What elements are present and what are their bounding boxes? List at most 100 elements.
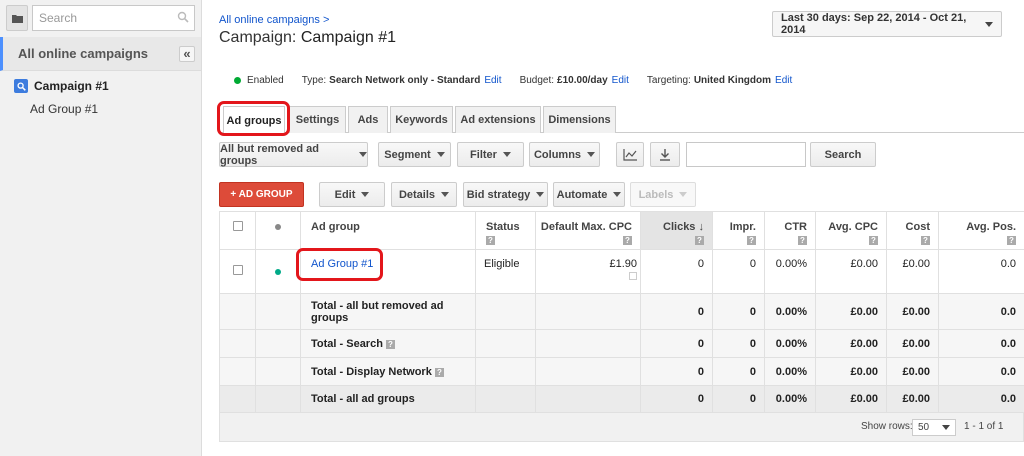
- rows-per-page-select[interactable]: 50: [912, 419, 956, 436]
- help-icon[interactable]: ?: [486, 236, 495, 245]
- columns-dropdown[interactable]: Columns: [529, 142, 600, 167]
- grand-total-label: Total - all ad groups: [300, 385, 476, 413]
- sidebar-item-ad-group[interactable]: Ad Group #1: [0, 93, 201, 116]
- total-empty-cell: [219, 329, 256, 358]
- automate-dropdown[interactable]: Automate: [553, 182, 625, 207]
- double-chevron-left-icon: «: [183, 46, 191, 61]
- help-icon[interactable]: ?: [798, 236, 807, 245]
- type-label: Type:: [301, 75, 327, 86]
- column-status[interactable]: Status?: [475, 211, 536, 250]
- column-ctr[interactable]: CTR?: [764, 211, 816, 250]
- search-campaign-icon: [14, 79, 28, 93]
- sidebar-all-campaigns[interactable]: All online campaigns «: [0, 37, 201, 71]
- edit-budget-link[interactable]: Edit: [612, 75, 629, 86]
- add-ad-group-button[interactable]: + AD GROUP: [219, 182, 304, 207]
- help-icon[interactable]: ?: [623, 236, 632, 245]
- total-label: Total - all but removed ad groups: [300, 293, 476, 330]
- help-icon[interactable]: ?: [747, 236, 756, 245]
- help-icon[interactable]: ?: [434, 368, 444, 377]
- sidebar-item-campaign[interactable]: Campaign #1: [0, 71, 201, 93]
- column-clicks[interactable]: Clicks ↓?: [640, 211, 713, 250]
- total-cost: £0.00: [886, 293, 939, 330]
- total-empty-cell: [535, 385, 641, 413]
- chart-toggle-button[interactable]: [616, 142, 644, 167]
- edit-label: Edit: [334, 188, 356, 201]
- help-icon[interactable]: ?: [695, 236, 704, 245]
- caret-down-icon: [679, 192, 688, 197]
- edit-type-link[interactable]: Edit: [484, 75, 501, 86]
- sidebar-search: [32, 5, 195, 31]
- total-empty-cell: [475, 329, 536, 358]
- show-rows-label: Show rows:: [861, 421, 913, 432]
- ad-group-link[interactable]: Ad Group #1: [311, 258, 373, 270]
- tab-bar: Ad groups Settings Ads Keywords Ad exten…: [219, 106, 1024, 134]
- table-header-row: Ad group Status? Default Max. CPC? Click…: [219, 211, 1024, 250]
- total-empty-cell: [535, 293, 641, 330]
- tab-dimensions[interactable]: Dimensions: [543, 106, 616, 133]
- caret-down-icon: [536, 192, 545, 197]
- row-avg-cpc: £0.00: [815, 249, 887, 294]
- column-max-cpc[interactable]: Default Max. CPC?: [535, 211, 641, 250]
- budget-value: £10.00/day: [557, 75, 608, 86]
- edit-dropdown[interactable]: Edit: [319, 182, 385, 207]
- details-label: Details: [398, 188, 436, 201]
- column-impr[interactable]: Impr.?: [712, 211, 765, 250]
- add-ad-group-label: + AD GROUP: [230, 189, 293, 200]
- table-pager: Show rows: 50 1 - 1 of 1: [219, 413, 1024, 442]
- tab-keywords[interactable]: Keywords: [390, 106, 453, 133]
- tab-ads[interactable]: Ads: [348, 106, 388, 133]
- enabled-status-icon: [234, 77, 241, 84]
- segment-dropdown[interactable]: Segment: [378, 142, 451, 167]
- column-ad-group[interactable]: Ad group: [300, 211, 476, 250]
- select-all-header: [219, 211, 256, 250]
- row-ctr: 0.00%: [764, 249, 816, 294]
- tab-ad-extensions[interactable]: Ad extensions: [455, 106, 541, 133]
- search-icon[interactable]: [177, 11, 189, 23]
- total-empty-cell: [535, 357, 641, 386]
- view-filter-dropdown[interactable]: All but removed ad groups: [219, 142, 368, 167]
- column-status-label: Status: [486, 221, 520, 233]
- filter-label: Filter: [470, 148, 497, 161]
- sidebar-search-input[interactable]: [32, 5, 195, 31]
- date-range-picker[interactable]: Last 30 days: Sep 22, 2014 - Oct 21, 201…: [772, 11, 1002, 37]
- help-icon[interactable]: ?: [1007, 236, 1016, 245]
- total-empty-cell: [219, 293, 256, 330]
- total-ctr: 0.00%: [764, 293, 816, 330]
- column-avg-pos[interactable]: Avg. Pos.?: [938, 211, 1024, 250]
- caret-down-icon: [587, 152, 596, 157]
- filter-dropdown[interactable]: Filter: [457, 142, 524, 167]
- labels-label: Labels: [638, 188, 674, 201]
- total-label: Total - Search: [311, 338, 383, 350]
- help-icon[interactable]: ?: [869, 236, 878, 245]
- breadcrumb[interactable]: All online campaigns >: [219, 14, 329, 26]
- row-checkbox[interactable]: [232, 265, 243, 275]
- tab-settings[interactable]: Settings: [289, 106, 346, 133]
- bid-strategy-dropdown[interactable]: Bid strategy: [463, 182, 548, 207]
- tab-ad-groups[interactable]: Ad groups: [223, 106, 285, 134]
- page-title: Campaign: Campaign #1: [219, 29, 396, 47]
- total-label: Total - Display Network: [311, 366, 432, 378]
- column-avg-cpc[interactable]: Avg. CPC?: [815, 211, 887, 250]
- table-search-button[interactable]: Search: [810, 142, 876, 167]
- cpc-edit-icon[interactable]: [629, 272, 637, 280]
- sidebar-top: [0, 0, 201, 36]
- select-all-checkbox[interactable]: [232, 221, 243, 231]
- eligible-dot-icon[interactable]: [275, 268, 281, 275]
- columns-label: Columns: [533, 148, 582, 161]
- details-dropdown[interactable]: Details: [391, 182, 457, 207]
- edit-targeting-link[interactable]: Edit: [775, 75, 792, 86]
- grand-total-avg-cpc: £0.00: [815, 385, 887, 413]
- total-clicks: 0: [640, 357, 713, 386]
- total-impr: 0: [712, 293, 765, 330]
- help-icon[interactable]: ?: [921, 236, 930, 245]
- row-max-cpc[interactable]: £1.90: [609, 258, 637, 270]
- total-empty-cell: [219, 385, 256, 413]
- help-icon[interactable]: ?: [386, 340, 395, 349]
- folder-button[interactable]: [6, 5, 28, 31]
- download-button[interactable]: [650, 142, 680, 167]
- column-cost[interactable]: Cost?: [886, 211, 939, 250]
- table-search-input[interactable]: [686, 142, 806, 167]
- status-dot-icon: [275, 224, 281, 230]
- collapse-sidebar-button[interactable]: «: [179, 45, 195, 62]
- total-avg-pos: 0.0: [938, 293, 1024, 330]
